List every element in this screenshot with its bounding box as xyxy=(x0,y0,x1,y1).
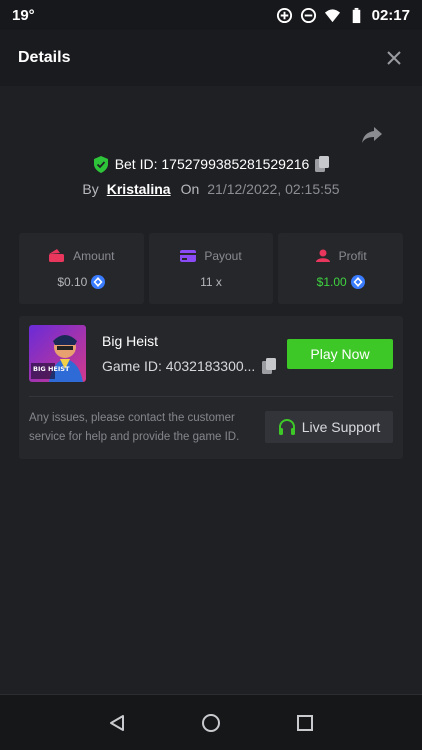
stat-amount-value: $0.10 xyxy=(57,274,88,289)
coin-icon xyxy=(350,274,365,289)
battery-icon xyxy=(352,7,360,23)
stats-row: Amount $0.10 Payout 11 x Profit $1.00 xyxy=(19,233,404,304)
recents-icon xyxy=(297,714,313,731)
bet-meta-row: By Kristalina On 21/12/2022, 02:15:55 xyxy=(0,179,422,199)
by-label: By xyxy=(82,181,99,197)
status-icons: 02:17 xyxy=(276,7,410,24)
status-bar: 19° 02:17 xyxy=(0,0,422,30)
close-button[interactable] xyxy=(384,48,404,68)
status-time: 02:17 xyxy=(371,6,410,24)
bet-id-row: Bet ID: 1752799385281529216 xyxy=(0,154,422,174)
status-temperature: 19° xyxy=(12,6,35,24)
close-icon xyxy=(387,51,401,65)
game-id-row: Game ID: 4032183300... xyxy=(102,358,277,374)
stat-amount-label: Amount xyxy=(73,248,115,263)
bet-id: Bet ID: 1752799385281529216 xyxy=(114,156,310,172)
home-button[interactable] xyxy=(199,711,223,735)
recents-button[interactable] xyxy=(293,711,317,735)
user-icon xyxy=(315,249,330,262)
share-icon[interactable] xyxy=(361,126,383,144)
back-icon xyxy=(110,714,124,731)
wallet-icon xyxy=(49,249,65,262)
header: Details xyxy=(0,30,422,86)
game-art-text: BIG HEIST xyxy=(33,365,70,373)
divider xyxy=(29,396,393,397)
headset-icon xyxy=(278,419,295,435)
stat-profit-label: Profit xyxy=(338,248,367,263)
bet-date: 21/12/2022, 02:15:55 xyxy=(207,181,340,197)
game-name: Big Heist xyxy=(102,333,159,349)
game-art-image: BIG HEIST xyxy=(29,325,86,382)
support-notice: Any issues, please contact the customer … xyxy=(29,412,240,443)
game-id: Game ID: 4032183300... xyxy=(102,358,256,374)
page-title: Details xyxy=(18,49,71,66)
live-support-label: Live Support xyxy=(301,419,381,435)
game-thumbnail[interactable]: BIG HEIST xyxy=(29,325,86,382)
live-support-button[interactable]: Live Support xyxy=(265,411,393,443)
stat-profit-value: $1.00 xyxy=(316,274,347,289)
home-icon xyxy=(202,713,220,732)
stat-profit: Profit $1.00 xyxy=(278,233,404,304)
copy-icon[interactable] xyxy=(262,358,277,374)
stat-payout-value: 11 x xyxy=(200,274,222,289)
on-label: On xyxy=(180,181,200,197)
copy-icon[interactable] xyxy=(315,156,330,172)
wifi-icon xyxy=(324,8,340,22)
username-link[interactable]: Kristalina xyxy=(107,181,171,197)
do-not-disturb-icon xyxy=(300,7,316,23)
data-saver-icon xyxy=(276,7,292,23)
stat-payout-label: Payout xyxy=(204,248,242,263)
card-icon xyxy=(180,249,197,262)
back-button[interactable] xyxy=(105,711,129,735)
play-now-button[interactable]: Play Now xyxy=(287,339,393,369)
coin-icon xyxy=(91,274,106,289)
shield-check-icon xyxy=(93,155,108,173)
stat-payout: Payout 11 x xyxy=(148,233,274,304)
game-card: BIG HEIST Big Heist Game ID: 4032183300.… xyxy=(19,316,403,459)
system-nav-bar xyxy=(0,694,422,750)
stat-amount: Amount $0.10 xyxy=(19,233,144,304)
